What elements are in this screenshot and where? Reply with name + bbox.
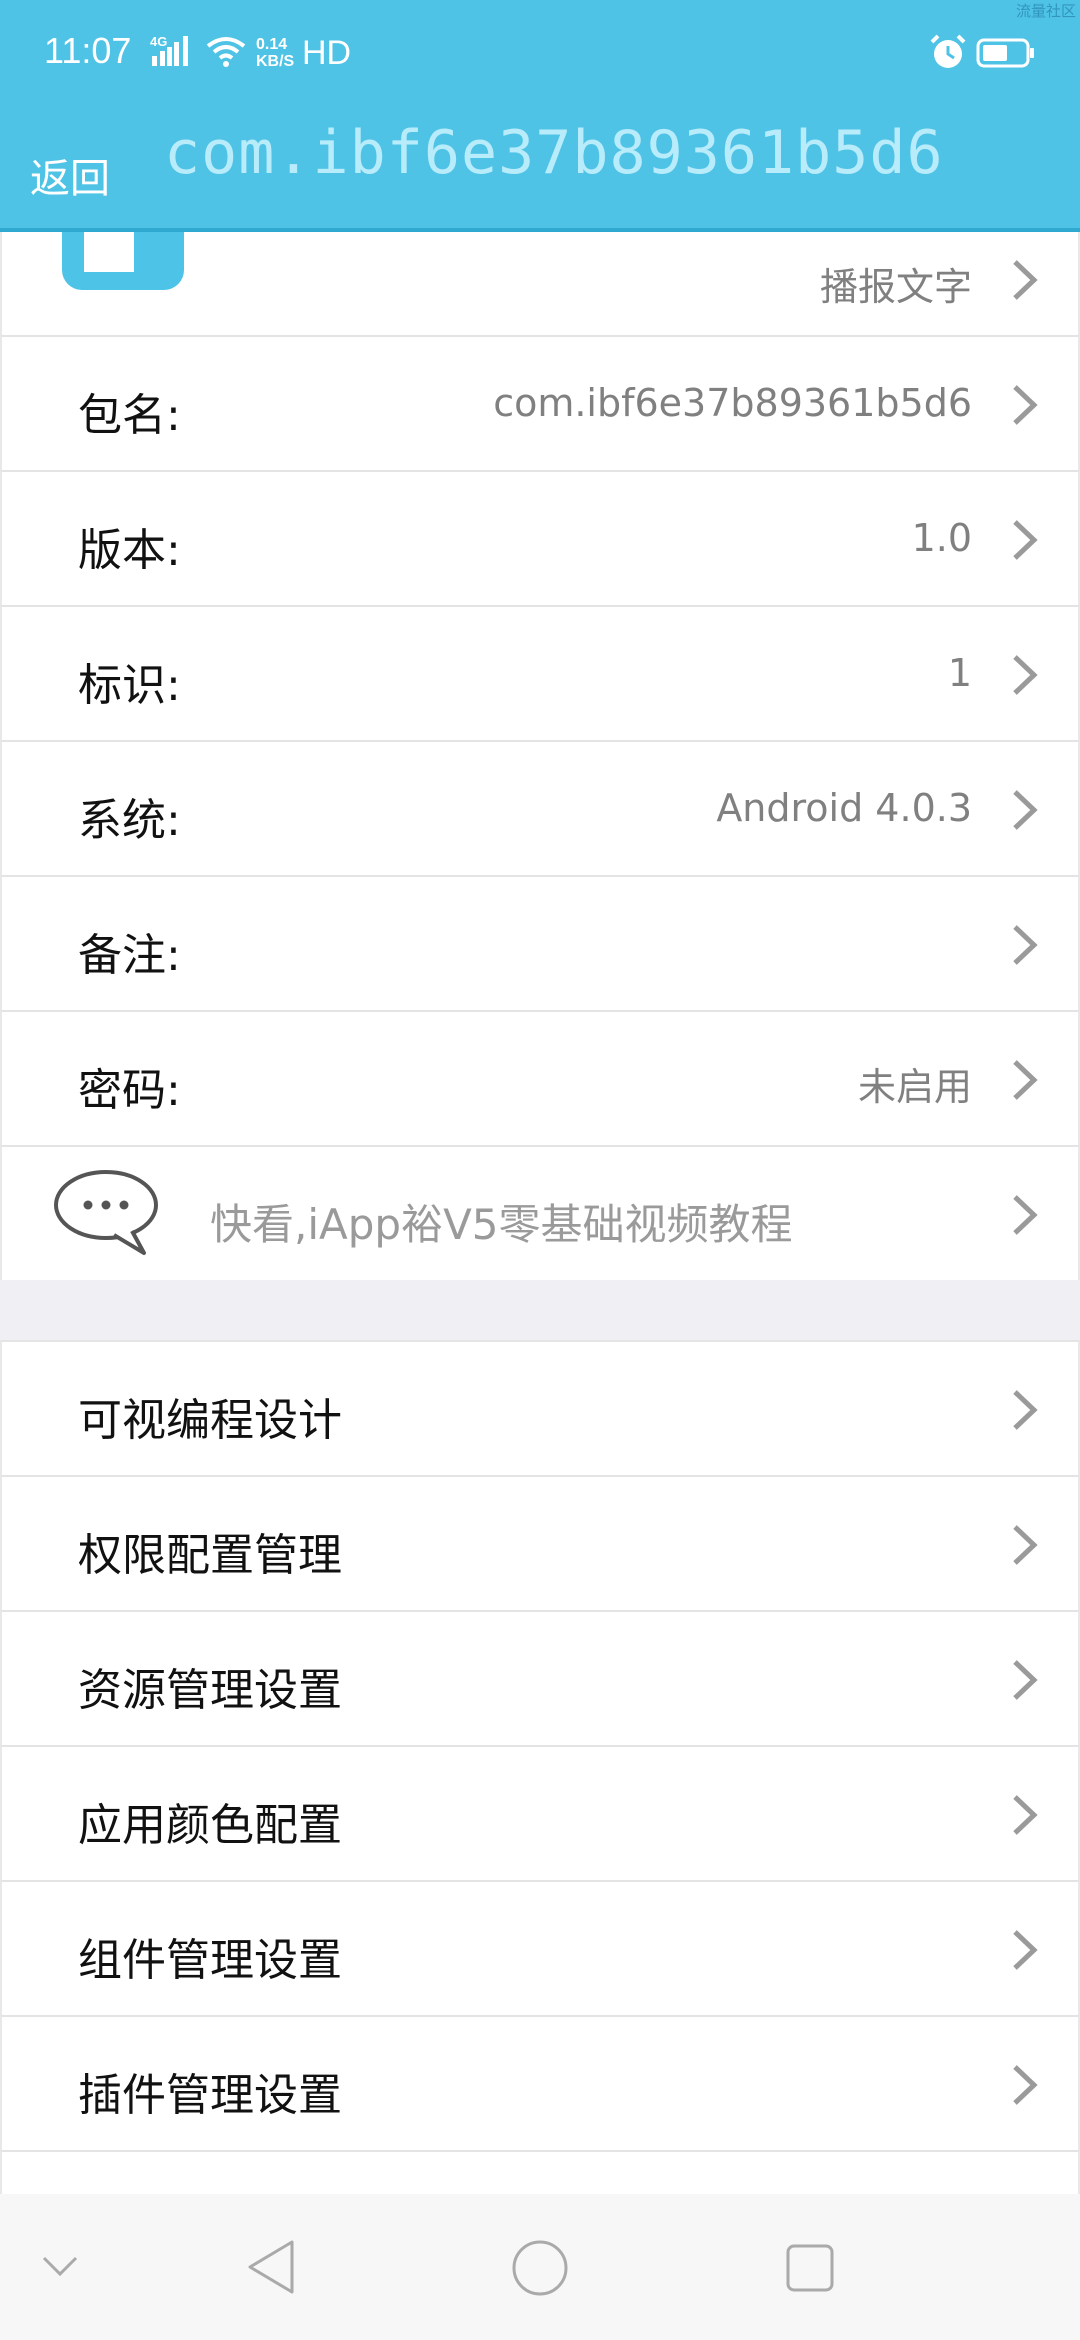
alarm-icon — [928, 32, 968, 76]
menu-item-visual-programming[interactable]: 可视编程设计 — [0, 1340, 1080, 1475]
menu-item-label: 组件管理设置 — [78, 1935, 342, 1986]
remark-row[interactable]: 备注: — [0, 875, 1080, 1010]
chat-bubble-icon — [54, 1170, 158, 1255]
recents-square-icon[interactable] — [784, 2242, 836, 2294]
chevron-right-icon — [1013, 1660, 1038, 1700]
chevron-right-icon — [1013, 1060, 1038, 1100]
speed-unit: KB/S — [256, 53, 295, 70]
section-divider — [0, 1280, 1080, 1340]
package-name-row[interactable]: 包名: com.ibf6e37b89361b5d6 — [0, 335, 1080, 470]
menu-item-resources[interactable]: 资源管理设置 — [0, 1610, 1080, 1745]
hd-indicator: HD — [302, 34, 352, 72]
menu-item-plugins[interactable]: 插件管理设置 — [0, 2015, 1080, 2150]
row-label: 标识: — [78, 660, 181, 711]
chevron-right-icon — [1013, 1795, 1038, 1835]
row-label: 系统: — [78, 795, 181, 846]
watermark: 流量社区 — [1015, 2, 1076, 20]
chevron-right-icon — [1013, 790, 1038, 830]
chevron-down-icon[interactable] — [40, 2254, 80, 2280]
network-speed: 0.14 KB/S — [256, 36, 294, 70]
menu-item-components[interactable]: 组件管理设置 — [0, 1880, 1080, 2015]
password-value: 未启用 — [857, 1065, 972, 1109]
chevron-right-icon — [1013, 260, 1038, 300]
row-label: 备注: — [78, 930, 181, 981]
wifi-icon — [204, 34, 248, 72]
row-label: 密码: — [78, 1065, 181, 1116]
network-type: 4G — [150, 34, 167, 49]
menu-item-app-colors[interactable]: 应用颜色配置 — [0, 1745, 1080, 1880]
identifier-value: 1 — [947, 651, 972, 695]
back-triangle-icon[interactable] — [244, 2238, 300, 2296]
menu-item-label: 资源管理设置 — [78, 1665, 342, 1716]
chevron-right-icon — [1013, 1930, 1038, 1970]
info-icon — [62, 232, 184, 290]
chevron-right-icon — [1013, 655, 1038, 695]
version-row[interactable]: 版本: 1.0 — [0, 470, 1080, 605]
version-value: 1.0 — [911, 516, 972, 560]
row-label: 版本: — [78, 525, 181, 576]
menu-item-label: 可视编程设计 — [78, 1395, 342, 1446]
system-value: Android 4.0.3 — [716, 786, 972, 830]
menu-item-label: 插件管理设置 — [78, 2070, 342, 2121]
system-row[interactable]: 系统: Android 4.0.3 — [0, 740, 1080, 875]
chevron-right-icon — [1013, 2065, 1038, 2105]
chevron-right-icon — [1013, 925, 1038, 965]
broadcast-text: 播报文字 — [819, 265, 972, 309]
row-label: 包名: — [78, 390, 181, 441]
chevron-right-icon — [1013, 520, 1038, 560]
chevron-right-icon — [1013, 1390, 1038, 1430]
speed-value: 0.14 — [256, 36, 288, 53]
battery-icon — [976, 38, 1036, 72]
package-name-value: com.ibf6e37b89361b5d6 — [493, 381, 972, 425]
page-title: com.ibf6e37b89361b5d6 — [164, 118, 944, 188]
app-header: 11:07 4G 0.14 KB/S HD 流量社区 返回 com.ibf6e3… — [0, 0, 1080, 232]
status-bar: 11:07 4G 0.14 KB/S HD 流量社区 — [0, 0, 1080, 110]
chevron-right-icon — [1013, 1525, 1038, 1565]
signal-icon: 4G — [150, 34, 194, 72]
status-time: 11:07 — [44, 30, 132, 71]
menu-item-permissions[interactable]: 权限配置管理 — [0, 1475, 1080, 1610]
tutorial-link: 快看,iApp裕V5零基础视频教程 — [210, 1200, 793, 1249]
home-circle-icon[interactable] — [510, 2238, 570, 2298]
menu-item-label: 应用颜色配置 — [78, 1800, 342, 1851]
password-row[interactable]: 密码: 未启用 — [0, 1010, 1080, 1145]
menu-item-partial[interactable] — [0, 2150, 1080, 2194]
tutorial-row[interactable]: 快看,iApp裕V5零基础视频教程 — [0, 1145, 1080, 1280]
identifier-row[interactable]: 标识: 1 — [0, 605, 1080, 740]
chevron-right-icon — [1013, 385, 1038, 425]
menu-item-label: 权限配置管理 — [78, 1530, 342, 1581]
app-settings-list: 播报文字 包名: com.ibf6e37b89361b5d6 版本: 1.0 标… — [0, 232, 1080, 2194]
chevron-right-icon — [1013, 1195, 1038, 1235]
system-nav-bar — [0, 2194, 1080, 2340]
back-button[interactable]: 返回 — [30, 146, 110, 204]
